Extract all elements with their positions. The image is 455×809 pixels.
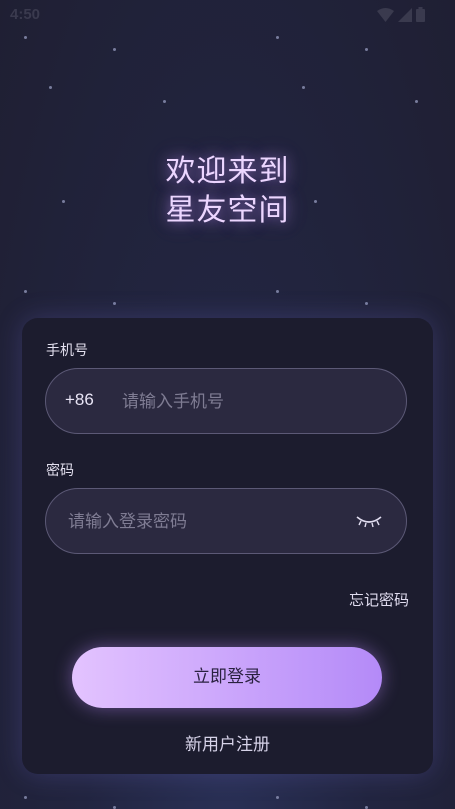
password-field[interactable]	[45, 488, 407, 555]
register-link[interactable]: 新用户注册	[22, 730, 433, 755]
star	[415, 100, 418, 103]
phone-input[interactable]	[120, 369, 394, 435]
star	[276, 796, 279, 799]
welcome-title: 欢迎来到 星友空间	[0, 152, 455, 230]
phone-label: 手机号	[46, 343, 88, 359]
star	[113, 48, 116, 51]
star	[302, 86, 305, 89]
country-code-prefix[interactable]: +86	[65, 390, 94, 410]
login-button[interactable]: 立即登录	[72, 647, 382, 708]
battery-icon	[416, 7, 425, 22]
welcome-line-1: 欢迎来到	[165, 154, 290, 189]
login-card: 手机号 +86 密码 忘记密码 立即登录 新用户注册	[22, 318, 433, 774]
eye-closed-icon[interactable]	[356, 513, 382, 529]
star	[49, 86, 52, 89]
star	[113, 302, 116, 305]
star	[163, 100, 166, 103]
wifi-icon	[377, 7, 394, 22]
status-time: 4:50	[10, 6, 41, 23]
welcome-line-2: 星友空间	[165, 193, 290, 228]
star	[24, 36, 27, 39]
star	[24, 796, 27, 799]
status-bar: 4:50	[0, 0, 455, 30]
star	[24, 290, 27, 293]
star	[365, 48, 368, 51]
signal-icon	[398, 7, 412, 22]
star	[276, 290, 279, 293]
star	[365, 302, 368, 305]
forgot-password-link[interactable]: 忘记密码	[349, 589, 409, 610]
star	[276, 36, 279, 39]
status-icons	[377, 7, 425, 22]
password-label: 密码	[46, 463, 74, 479]
password-input[interactable]	[66, 489, 340, 555]
phone-field[interactable]: +86	[45, 368, 407, 435]
